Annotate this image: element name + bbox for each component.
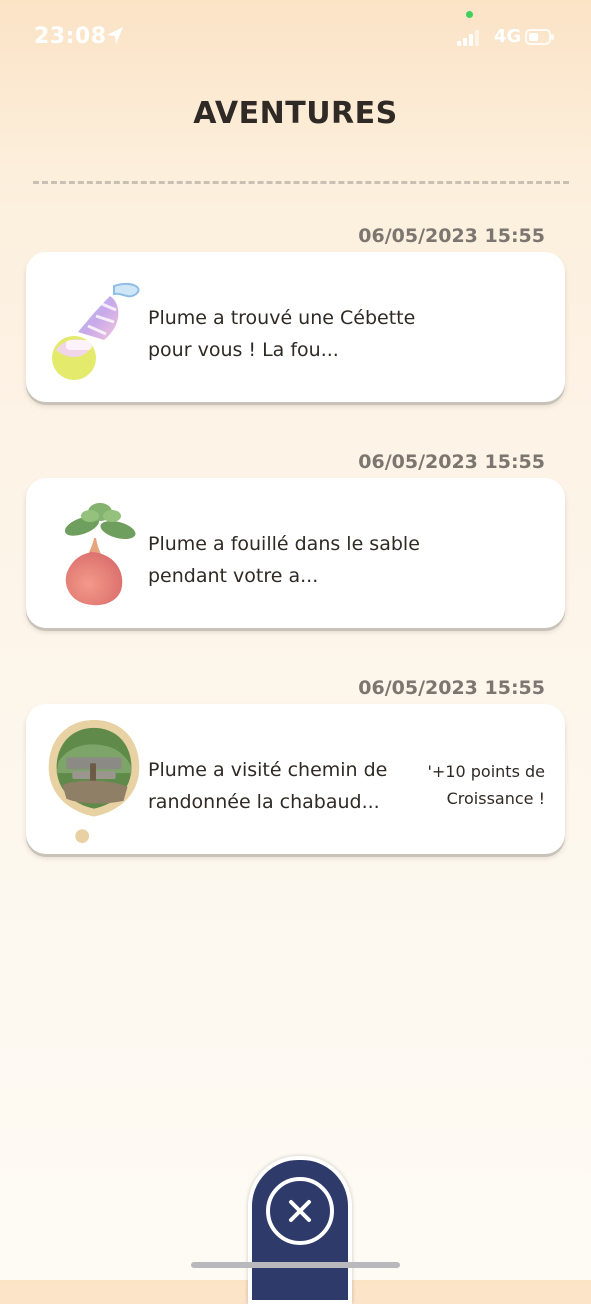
card-text: Plume a trouvé une Cébette pour vous ! L… (148, 307, 416, 361)
camera-indicator (466, 11, 473, 18)
battery-icon (525, 29, 554, 45)
entry-date: 06/05/2023 15:55 (358, 451, 545, 473)
header-divider (33, 181, 569, 184)
network-type: 4G (494, 26, 522, 47)
adventure-card[interactable]: Plume a trouvé une Cébette pour vous ! L… (26, 252, 565, 402)
home-indicator[interactable] (191, 1262, 400, 1268)
close-button[interactable] (266, 1177, 334, 1245)
cellular-signal-icon (457, 30, 479, 46)
bulb-plant-icon (64, 503, 136, 606)
status-time: 23:08 (34, 24, 107, 49)
location-photo-icon (48, 719, 140, 844)
location-arrow-icon (107, 27, 123, 44)
close-tab (248, 1156, 352, 1304)
cebette-icon (52, 282, 140, 380)
growth-points-bonus: '+10 points de Croissance ! (427, 762, 545, 808)
entry-date: 06/05/2023 15:55 (358, 225, 545, 247)
adventure-card[interactable]: Plume a fouillé dans le sable pendant vo… (26, 478, 565, 628)
card-text: Plume a visité chemin de randonnée la ch… (148, 759, 388, 813)
close-icon (289, 1200, 311, 1222)
adventure-card[interactable]: Plume a visité chemin de randonnée la ch… (26, 704, 565, 854)
status-bar: 23:08 4G (0, 0, 591, 76)
entry-date: 06/05/2023 15:55 (358, 677, 545, 699)
card-text: Plume a fouillé dans le sable pendant vo… (148, 533, 420, 587)
page-title: AVENTURES (193, 96, 398, 131)
